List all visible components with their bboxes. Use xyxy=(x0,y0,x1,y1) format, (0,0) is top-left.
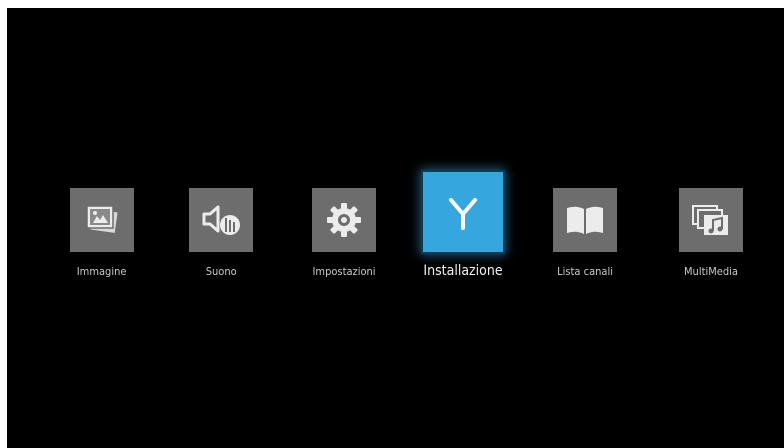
menu-item-label: Lista canali xyxy=(557,265,613,278)
antenna-icon xyxy=(449,198,477,230)
speaker-icon xyxy=(202,205,240,235)
media-icon xyxy=(692,205,728,235)
menu-item-label: Installazione xyxy=(423,263,503,279)
antenna-tile xyxy=(423,172,503,252)
menu-item-immagine[interactable]: Immagine xyxy=(70,188,134,278)
picture-tile xyxy=(70,188,134,252)
menu-item-impostazioni[interactable]: Impostazioni xyxy=(303,188,385,278)
picture-icon xyxy=(86,205,120,235)
menu-item-lista-canali[interactable]: Lista canali xyxy=(553,188,617,278)
menu-item-suono[interactable]: Suono xyxy=(189,188,253,278)
menu-item-installazione[interactable]: Installazione xyxy=(416,172,510,279)
speaker-tile xyxy=(189,188,253,252)
gear-icon xyxy=(327,203,361,237)
menu-item-label: MultiMedia xyxy=(684,265,738,278)
book-icon xyxy=(567,206,603,234)
menu-item-label: Suono xyxy=(205,265,237,278)
menu-item-label: Impostazioni xyxy=(312,265,376,278)
menu-item-multimedia[interactable]: MultiMedia xyxy=(679,188,743,278)
tv-screen: Immagine Suono Impostazioni Installazion… xyxy=(7,8,784,448)
menu-item-label: Immagine xyxy=(77,265,127,278)
gear-tile xyxy=(312,188,376,252)
book-tile xyxy=(553,188,617,252)
media-tile xyxy=(679,188,743,252)
